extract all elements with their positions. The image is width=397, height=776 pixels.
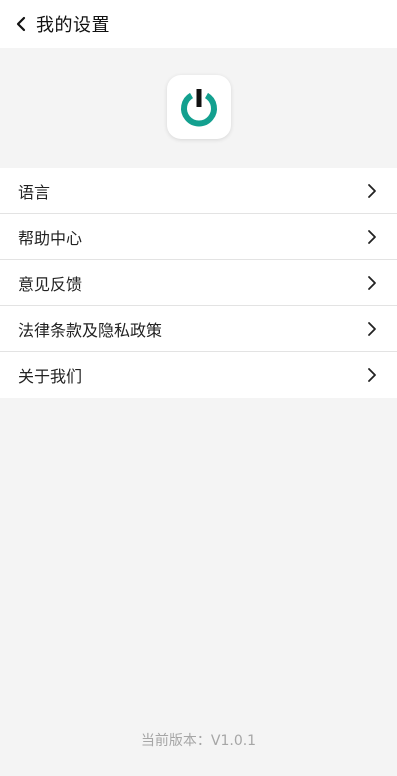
page-title: 我的设置 [36,15,110,36]
power-icon [180,89,217,127]
chevron-right-icon [367,275,379,291]
menu-item-label: 意见反馈 [18,274,83,294]
chevron-right-icon [367,229,379,245]
menu-item-feedback[interactable]: 意见反馈 [0,260,397,306]
menu-item-label: 法律条款及隐私政策 [18,320,163,340]
menu-item-label: 帮助中心 [18,228,83,248]
version-text: 当前版本：V1.0.1 [140,733,257,749]
chevron-right-icon [367,321,379,337]
settings-menu: 语言 帮助中心 意见反馈 法律条款及隐私政策 关于我们 [0,168,397,398]
chevron-right-icon [367,367,379,383]
menu-item-help-center[interactable]: 帮助中心 [0,214,397,260]
menu-item-legal-privacy[interactable]: 法律条款及隐私政策 [0,306,397,352]
app-logo [166,75,231,139]
logo-area [0,48,397,168]
menu-item-label: 关于我们 [18,367,83,386]
menu-item-about-us[interactable]: 关于我们 [0,352,397,398]
chevron-left-icon [16,16,26,32]
menu-item-label: 语言 [18,182,51,202]
back-button[interactable] [6,0,36,48]
chevron-right-icon [367,183,379,199]
app-header: 我的设置 [0,0,397,48]
menu-item-language[interactable]: 语言 [0,168,397,214]
